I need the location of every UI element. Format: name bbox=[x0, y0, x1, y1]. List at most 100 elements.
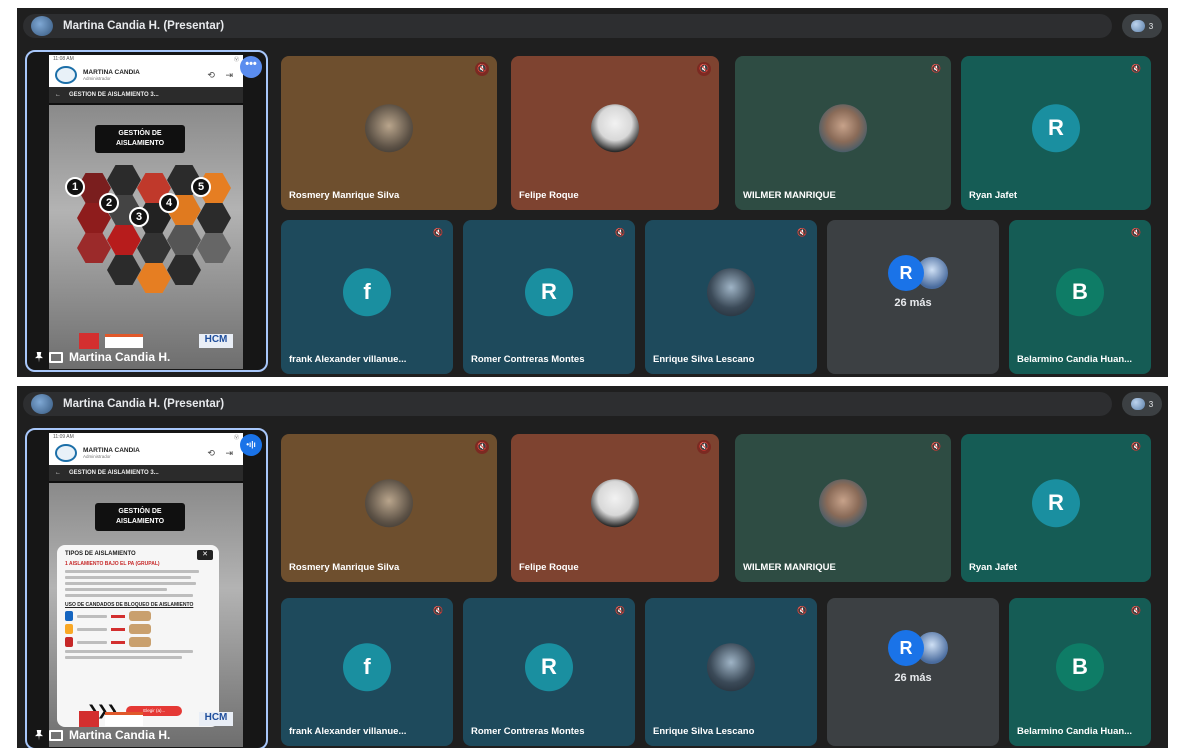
participant-name: Ryan Jafet bbox=[969, 190, 1018, 201]
hcm-logo: HCM bbox=[199, 334, 233, 348]
modal-text-line bbox=[65, 656, 182, 659]
step-number-4: 4 bbox=[159, 193, 179, 213]
avatar-photo bbox=[365, 104, 413, 153]
modal-text-line bbox=[77, 614, 107, 618]
modal-text-line bbox=[65, 650, 194, 653]
modal-close-button[interactable]: ✕ bbox=[197, 550, 213, 560]
participant-tile[interactable]: 🔇 Rosmery Manrique Silva bbox=[281, 56, 497, 210]
participant-tile[interactable]: 🔇 Felipe Roque bbox=[511, 434, 719, 582]
more-participants[interactable]: R 26 más bbox=[868, 630, 958, 700]
lock-icon bbox=[65, 637, 73, 647]
participant-name: Enrique Silva Lescano bbox=[653, 354, 755, 365]
app-nav-bar: ← GESTION DE AISLAMIENTO 3... bbox=[49, 87, 243, 103]
participants-button[interactable]: 3 bbox=[1122, 392, 1162, 416]
app-header: MARTINA CANDIA Administrador ⟲ ⇥ bbox=[49, 63, 243, 87]
audio-level-icon[interactable]: •ı|ı bbox=[240, 434, 262, 456]
participant-name: Belarmino Candia Huan... bbox=[1017, 726, 1133, 737]
presenter-avatar bbox=[31, 394, 53, 414]
presenter-bar[interactable]: Martina Candia H. (Presentar) bbox=[23, 392, 1112, 416]
participant-tile[interactable]: f 🔇 frank Alexander villanue... bbox=[281, 220, 453, 374]
people-icon bbox=[1130, 20, 1145, 32]
more-options-button[interactable]: ••• bbox=[240, 56, 262, 78]
modal-text-line bbox=[65, 588, 168, 591]
participant-tile[interactable]: 🔇 Rosmery Manrique Silva bbox=[281, 434, 497, 582]
participant-name: Romer Contreras Montes bbox=[471, 354, 585, 365]
pin-icon[interactable] bbox=[35, 729, 43, 741]
avatar-photo bbox=[819, 104, 867, 153]
mic-muted-icon: 🔇 bbox=[433, 228, 443, 237]
presenter-title: Martina Candia H. (Presentar) bbox=[63, 398, 225, 410]
app-body: GESTIÓN DE AISLAMIENTO 1 2 3 4 5 HCM bbox=[49, 105, 243, 369]
mic-muted-icon: 🔇 bbox=[1131, 606, 1141, 615]
step-number-2: 2 bbox=[99, 193, 119, 213]
phone-status-icons: Ⓥ bbox=[233, 435, 239, 441]
more-participants-label: 26 más bbox=[894, 297, 932, 309]
participant-tile[interactable]: 🔇 Enrique Silva Lescano bbox=[645, 220, 817, 374]
avatar-letter: R bbox=[525, 268, 573, 317]
brand-logos: HCM bbox=[51, 331, 241, 351]
participant-tile[interactable]: R 26 más bbox=[827, 220, 999, 374]
lock-row bbox=[65, 637, 211, 647]
mic-muted-icon: 🔇 bbox=[433, 606, 443, 615]
participant-tile[interactable]: 🔇 WILMER MANRIQUE bbox=[735, 434, 951, 582]
participant-tile[interactable]: R 🔇 Ryan Jafet bbox=[961, 434, 1151, 582]
modal-section-heading: 1 AISLAMIENTO BAJO EL PA (GRUPAL) bbox=[65, 561, 160, 567]
people-illustration bbox=[129, 611, 151, 621]
pin-icon[interactable] bbox=[35, 351, 43, 363]
isolation-heading-line1: GESTIÓN DE bbox=[118, 508, 162, 515]
screen-share-icon bbox=[49, 351, 63, 363]
modal-text-line bbox=[65, 576, 191, 579]
isolation-heading-line1: GESTIÓN DE bbox=[118, 130, 162, 137]
participant-tile[interactable]: 🔇 Enrique Silva Lescano bbox=[645, 598, 817, 746]
arrow-icon bbox=[111, 640, 125, 644]
app-header-icons: ⟲ ⇥ bbox=[207, 69, 237, 80]
arrow-icon bbox=[111, 627, 125, 631]
isolation-heading-line2: AISLAMIENTO bbox=[115, 140, 165, 147]
participant-tile[interactable]: R 🔇 Ryan Jafet bbox=[961, 56, 1151, 210]
step-number-5: 5 bbox=[191, 177, 211, 197]
participant-name: Ryan Jafet bbox=[969, 562, 1018, 573]
participant-tile[interactable]: f 🔇 frank Alexander villanue... bbox=[281, 598, 453, 746]
lock-icon bbox=[65, 611, 73, 621]
lock-row bbox=[65, 611, 211, 621]
arrow-icon bbox=[111, 614, 125, 618]
participant-tile[interactable]: R 🔇 Romer Contreras Montes bbox=[463, 220, 635, 374]
isolation-heading-line2: AISLAMIENTO bbox=[115, 518, 165, 525]
participant-tile[interactable]: B 🔇 Belarmino Candia Huan... bbox=[1009, 220, 1151, 374]
mic-muted-icon: 🔇 bbox=[615, 606, 625, 615]
presenter-bar[interactable]: Martina Candia H. (Presentar) bbox=[23, 14, 1112, 38]
hex-cell bbox=[107, 165, 141, 195]
participant-name: Felipe Roque bbox=[519, 190, 579, 201]
lock-row bbox=[65, 624, 211, 634]
participant-tile[interactable]: 🔇 WILMER MANRIQUE bbox=[735, 56, 951, 210]
app-nav-title: GESTION DE AISLAMIENTO 3... bbox=[69, 470, 159, 476]
back-arrow-icon: ← bbox=[55, 92, 61, 98]
presentation-tile[interactable]: 11:08 AM Ⓥ MARTINA CANDIA Administrador … bbox=[25, 50, 268, 372]
modal-text-line bbox=[65, 582, 197, 585]
hex-cell bbox=[77, 233, 111, 263]
mic-muted-icon: 🔇 bbox=[797, 228, 807, 237]
avatar-photo bbox=[707, 643, 755, 692]
participant-tile[interactable]: 🔇 Felipe Roque bbox=[511, 56, 719, 210]
participant-name: Enrique Silva Lescano bbox=[653, 726, 755, 737]
participants-count: 3 bbox=[1148, 399, 1154, 409]
modal-text-line bbox=[65, 570, 200, 573]
participant-name: Romer Contreras Montes bbox=[471, 726, 585, 737]
phone-status-bar: 11:09 AM Ⓥ bbox=[49, 433, 243, 441]
participant-tile[interactable]: R 26 más bbox=[827, 598, 999, 746]
brand-logos: HCM bbox=[51, 709, 241, 729]
avatar-photo bbox=[591, 104, 639, 153]
avatar-letter: f bbox=[343, 643, 391, 692]
isolation-heading: GESTIÓN DE AISLAMIENTO bbox=[95, 503, 185, 531]
more-participants[interactable]: R 26 más bbox=[868, 255, 958, 325]
presentation-tile[interactable]: 11:09 AM Ⓥ MARTINA CANDIA Administrador … bbox=[25, 428, 268, 748]
app-body: GESTIÓN DE AISLAMIENTO TIPOS DE AISLAMIE… bbox=[49, 483, 243, 747]
app-user-role: Administrador bbox=[83, 76, 111, 81]
participant-name: Rosmery Manrique Silva bbox=[289, 190, 400, 201]
modal-text-line bbox=[65, 594, 194, 597]
step-number-3: 3 bbox=[129, 207, 149, 227]
participants-button[interactable]: 3 bbox=[1122, 14, 1162, 38]
participant-tile[interactable]: R 🔇 Romer Contreras Montes bbox=[463, 598, 635, 746]
back-arrow-icon: ← bbox=[55, 470, 61, 476]
participant-tile[interactable]: B 🔇 Belarmino Candia Huan... bbox=[1009, 598, 1151, 746]
